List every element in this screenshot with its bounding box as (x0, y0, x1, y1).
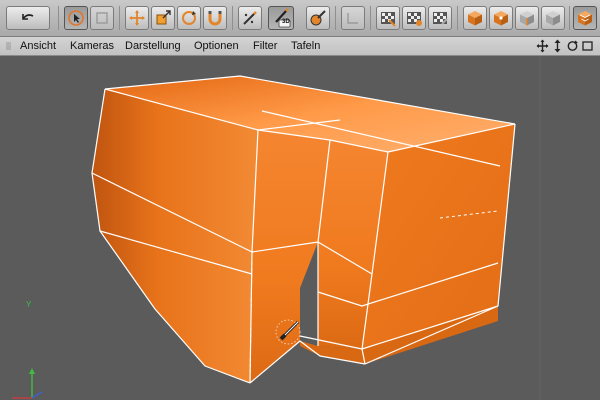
sculpt-mode-button[interactable] (573, 6, 597, 30)
magnet-button[interactable] (203, 6, 227, 30)
render-view-icon (381, 12, 396, 27)
menu-tafeln[interactable]: Tafeln (291, 39, 320, 53)
rotate-icon (182, 11, 196, 25)
zoom-view-icon[interactable] (551, 39, 564, 53)
rotate-view-icon[interactable] (566, 39, 579, 53)
toolbar-separator (232, 6, 233, 30)
model-mode-button[interactable] (463, 6, 487, 30)
sculpt-cube-icon (578, 11, 592, 26)
menu-grip-icon (6, 42, 11, 50)
undo-button[interactable] (6, 6, 50, 30)
toolbar-separator (335, 6, 336, 30)
points-cube-icon (494, 11, 508, 26)
render-settings-icon (433, 12, 448, 25)
maximize-view-icon[interactable] (581, 39, 594, 53)
knife-button[interactable] (238, 6, 262, 30)
live-select-button[interactable] (64, 6, 88, 30)
paint-icon (310, 10, 326, 26)
polygons-mode-button[interactable] (541, 6, 565, 30)
scale-icon (156, 10, 171, 25)
toolbar-separator (119, 6, 120, 30)
render-settings-button[interactable] (428, 6, 452, 30)
axis-y-label: Y (26, 300, 32, 309)
viewport-menubar: Ansicht Kameras Darstellung Optionen Fil… (0, 37, 600, 56)
cursor-select-icon (68, 10, 84, 26)
menu-filter[interactable]: Filter (253, 39, 277, 53)
cube-icon (468, 11, 482, 26)
main-toolbar: 3D (0, 0, 600, 37)
rect-select-icon (96, 12, 108, 24)
knife-icon (243, 11, 257, 25)
workplane-icon (347, 13, 358, 24)
toolbar-separator (58, 6, 59, 30)
magnet-icon (208, 11, 222, 26)
viewport-canvas (0, 56, 600, 400)
points-mode-button[interactable] (489, 6, 513, 30)
menu-optionen[interactable]: Optionen (194, 39, 239, 53)
edges-cube-icon (520, 11, 534, 26)
rect-select-button[interactable] (90, 6, 114, 30)
scale-button[interactable] (151, 6, 175, 30)
edges-mode-button[interactable] (515, 6, 539, 30)
menu-darstellung[interactable]: Darstellung (125, 39, 181, 53)
move-button[interactable] (125, 6, 149, 30)
rotate-button[interactable] (177, 6, 201, 30)
toolbar-separator (569, 6, 570, 30)
pan-view-icon[interactable] (536, 39, 549, 53)
paint-button[interactable] (306, 6, 330, 30)
undo-arrow-icon (22, 14, 34, 20)
brush-3d-icon (275, 8, 291, 28)
view-navigation (536, 38, 594, 54)
render-picture-icon (407, 12, 422, 26)
3d-viewport[interactable]: Y (0, 56, 600, 400)
brush-3d-badge: 3D (282, 19, 290, 25)
render-view-button[interactable] (376, 6, 400, 30)
menu-ansicht[interactable]: Ansicht (20, 39, 56, 53)
brush-3d-button[interactable]: 3D (268, 6, 294, 30)
workplane-button[interactable] (341, 6, 365, 30)
toolbar-separator (370, 6, 371, 30)
toolbar-separator (457, 6, 458, 30)
render-picture-button[interactable] (402, 6, 426, 30)
move-cross-icon (129, 10, 145, 26)
polygons-cube-icon (546, 11, 560, 26)
menu-kameras[interactable]: Kameras (70, 39, 114, 53)
